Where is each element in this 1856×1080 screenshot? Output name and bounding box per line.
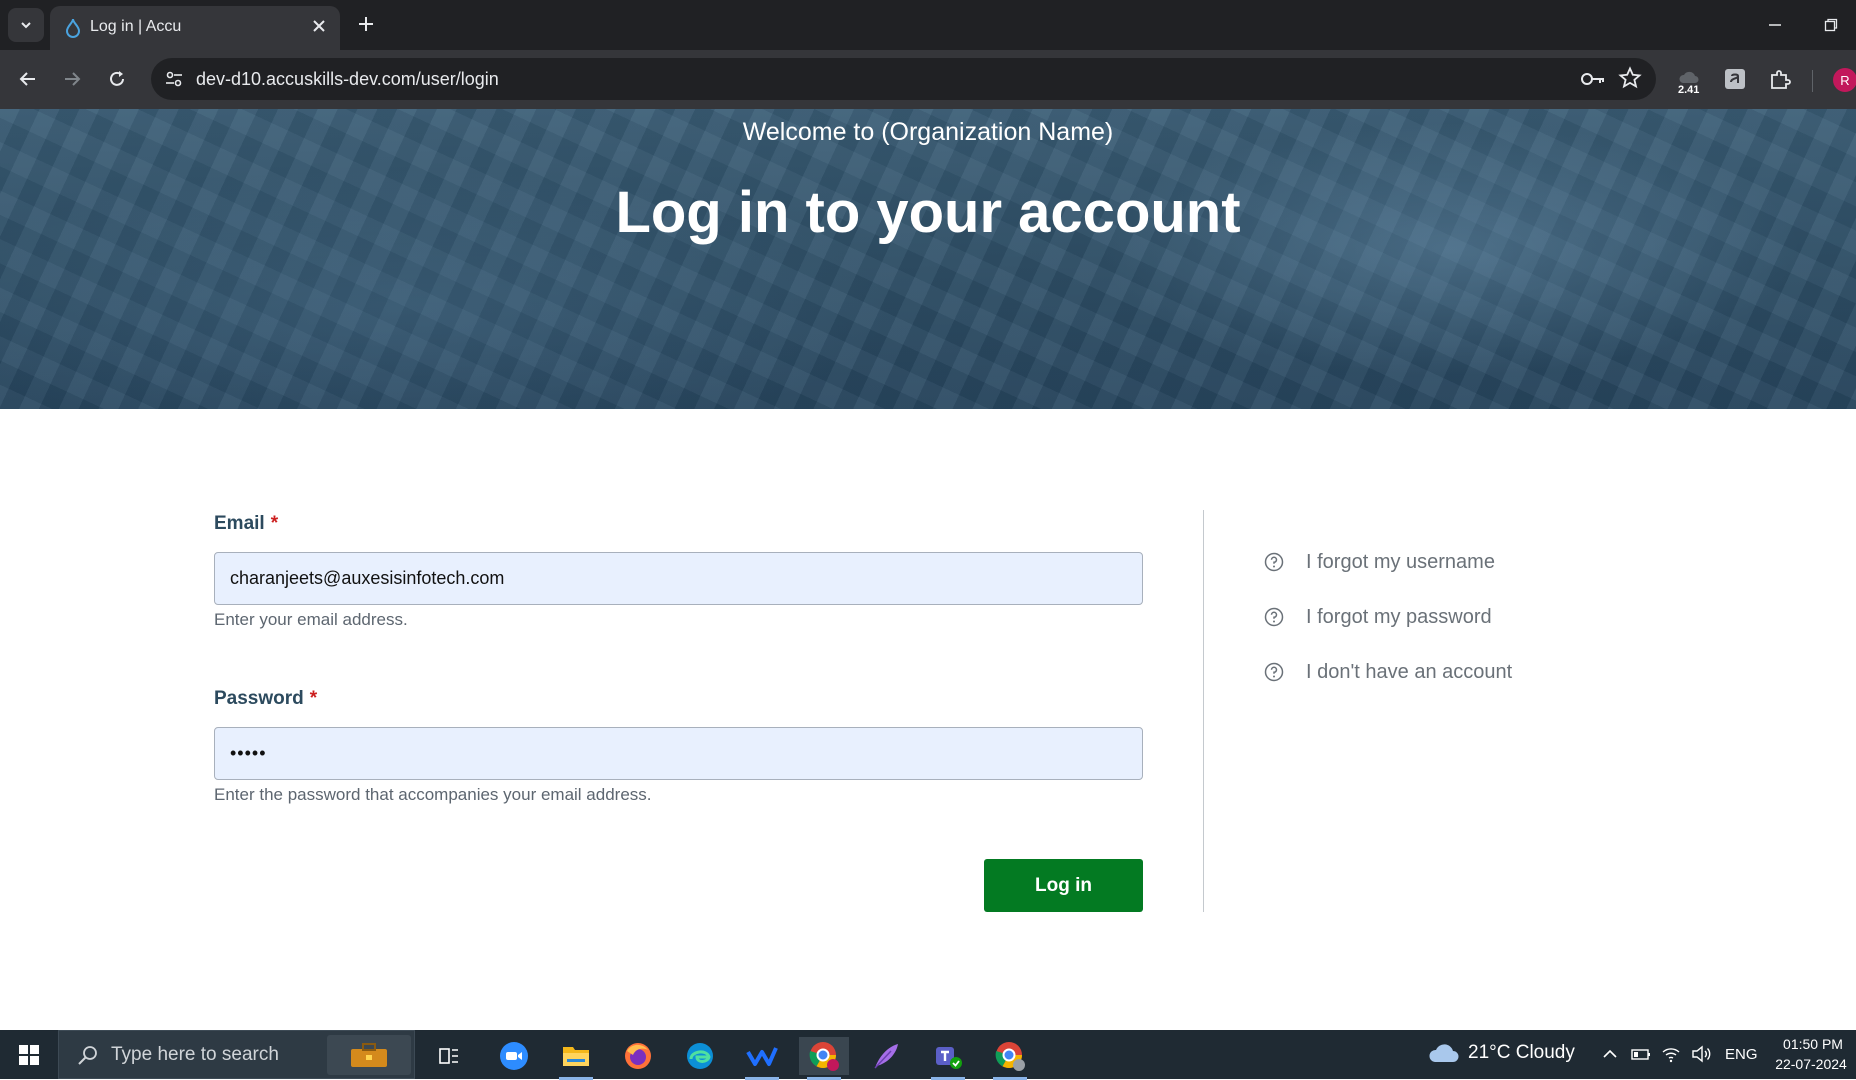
plus-icon: [359, 17, 373, 31]
url-text: dev-d10.accuskills-dev.com/user/login: [196, 69, 499, 89]
clock-time[interactable]: 01:50 PM: [1778, 1036, 1848, 1052]
clock-date[interactable]: 22-07-2024: [1768, 1056, 1854, 1072]
window-minimize-button[interactable]: [1760, 12, 1790, 38]
language-indicator[interactable]: ENG: [1725, 1046, 1758, 1063]
windows-taskbar: Type here to search 21°C Cloudy ENG 01:5…: [0, 1030, 1856, 1080]
windows-logo-icon: [19, 1044, 39, 1065]
email-label-text: Email: [214, 513, 265, 534]
taskbar-chrome-active[interactable]: [799, 1037, 849, 1080]
search-placeholder: Type here to search: [111, 1044, 279, 1065]
teams-icon: [936, 1047, 962, 1069]
firefox-icon: [625, 1043, 651, 1069]
email-field[interactable]: charanjeets@auxesisinfotech.com: [214, 552, 1143, 605]
taskbar-firefox[interactable]: [613, 1037, 663, 1075]
star-icon: [1618, 66, 1642, 89]
restore-icon: [1824, 18, 1838, 32]
taskbar-wrike[interactable]: [737, 1037, 787, 1080]
create-account-link[interactable]: I don't have an account: [1264, 659, 1512, 685]
folder-icon: [563, 1047, 589, 1066]
back-button[interactable]: [13, 64, 43, 94]
taskbar-zoom[interactable]: [489, 1037, 539, 1075]
tune-icon: [166, 71, 182, 87]
arrow-right-icon: [65, 72, 81, 86]
window-restore-button[interactable]: [1816, 12, 1846, 38]
drupal-drop-icon: [65, 18, 81, 38]
chevron-down-icon: [21, 22, 31, 29]
tab-title: Log in | Accu: [90, 18, 182, 35]
toolbar-separator: [1812, 70, 1813, 92]
browser-tab[interactable]: Log in | Accu: [50, 6, 340, 50]
tab-close-button[interactable]: [308, 15, 330, 37]
forgot-password-text: I forgot my password: [1306, 605, 1492, 628]
browser-toolbar: dev-d10.accuskills-dev.com/user/login 2.…: [0, 50, 1856, 109]
task-view-button[interactable]: [424, 1037, 474, 1075]
help-circle-icon: [1264, 552, 1284, 572]
password-field[interactable]: •••••: [214, 727, 1143, 780]
close-icon: [313, 20, 325, 32]
wrike-icon: [746, 1047, 778, 1066]
briefcase-icon: [351, 1043, 387, 1067]
search-icon: [78, 1046, 97, 1065]
key-icon: [1581, 73, 1604, 85]
password-help-text: Enter the password that accompanies your…: [214, 785, 652, 804]
forgot-username-link[interactable]: I forgot my username: [1264, 549, 1495, 575]
weather-widget[interactable]: 21°C Cloudy: [1428, 1042, 1575, 1064]
hero-banner: Welcome to (Organization Name) Log in to…: [0, 109, 1856, 409]
required-marker: *: [309, 688, 318, 709]
browser-tab-bar: Log in | Accu: [0, 0, 1856, 50]
reload-button[interactable]: [102, 64, 132, 94]
password-label-text: Password: [214, 688, 304, 709]
puzzle-icon: [1771, 70, 1791, 89]
help-circle-icon: [1264, 607, 1284, 627]
page-title: Log in to your account: [615, 180, 1241, 245]
help-circle-icon: [1264, 662, 1284, 682]
new-tab-button[interactable]: [352, 10, 380, 38]
bookmark-button[interactable]: [1618, 66, 1642, 95]
forward-button[interactable]: [57, 64, 87, 94]
battery-icon[interactable]: [1630, 1045, 1652, 1063]
chrome-icon: [995, 1042, 1025, 1071]
password-manager-button[interactable]: [1580, 67, 1606, 96]
login-button[interactable]: Log in: [984, 859, 1143, 912]
reload-icon: [110, 71, 124, 86]
vertical-divider: [1203, 510, 1204, 912]
zoom-app-icon: [500, 1042, 528, 1070]
cloud-icon: [1429, 1044, 1459, 1062]
tab-search-button[interactable]: [8, 8, 44, 42]
chrome-icon: [809, 1042, 839, 1071]
edge-icon: [687, 1043, 713, 1069]
start-button[interactable]: [0, 1030, 58, 1079]
chevron-up-icon[interactable]: [1601, 1045, 1619, 1063]
email-help-text: Enter your email address.: [214, 610, 408, 629]
amazon-icon: [1725, 69, 1745, 89]
extension-badge: 2.41: [1678, 84, 1700, 96]
taskbar-file-explorer[interactable]: [551, 1037, 601, 1080]
forgot-username-text: I forgot my username: [1306, 550, 1495, 573]
minimize-icon: [1769, 24, 1781, 26]
create-account-text: I don't have an account: [1306, 660, 1513, 683]
amazon-extension-button[interactable]: [1718, 62, 1752, 96]
wifi-icon[interactable]: [1661, 1045, 1681, 1063]
feather-icon: [874, 1044, 898, 1069]
password-label: Password *: [214, 688, 317, 710]
taskbar-edge[interactable]: [675, 1037, 725, 1075]
required-marker: *: [270, 513, 279, 534]
site-info-button[interactable]: [161, 66, 187, 92]
profile-avatar[interactable]: R: [1833, 68, 1856, 92]
welcome-subtitle: Welcome to (Organization Name): [742, 118, 1114, 146]
weather-text: 21°C Cloudy: [1468, 1042, 1575, 1063]
volume-icon[interactable]: [1691, 1045, 1713, 1063]
taskbar-search-box[interactable]: Type here to search: [58, 1030, 415, 1079]
task-view-icon: [439, 1048, 458, 1064]
taskbar-chrome-second[interactable]: [985, 1037, 1035, 1080]
taskbar-teams[interactable]: [923, 1037, 973, 1080]
arrow-left-icon: [19, 72, 35, 86]
taskbar-feather-app[interactable]: [861, 1037, 911, 1075]
extensions-menu-button[interactable]: [1763, 62, 1797, 96]
search-highlight-button[interactable]: [327, 1035, 411, 1075]
email-label: Email *: [214, 513, 278, 535]
address-bar[interactable]: dev-d10.accuskills-dev.com/user/login: [151, 58, 1656, 100]
forgot-password-link[interactable]: I forgot my password: [1264, 604, 1492, 630]
